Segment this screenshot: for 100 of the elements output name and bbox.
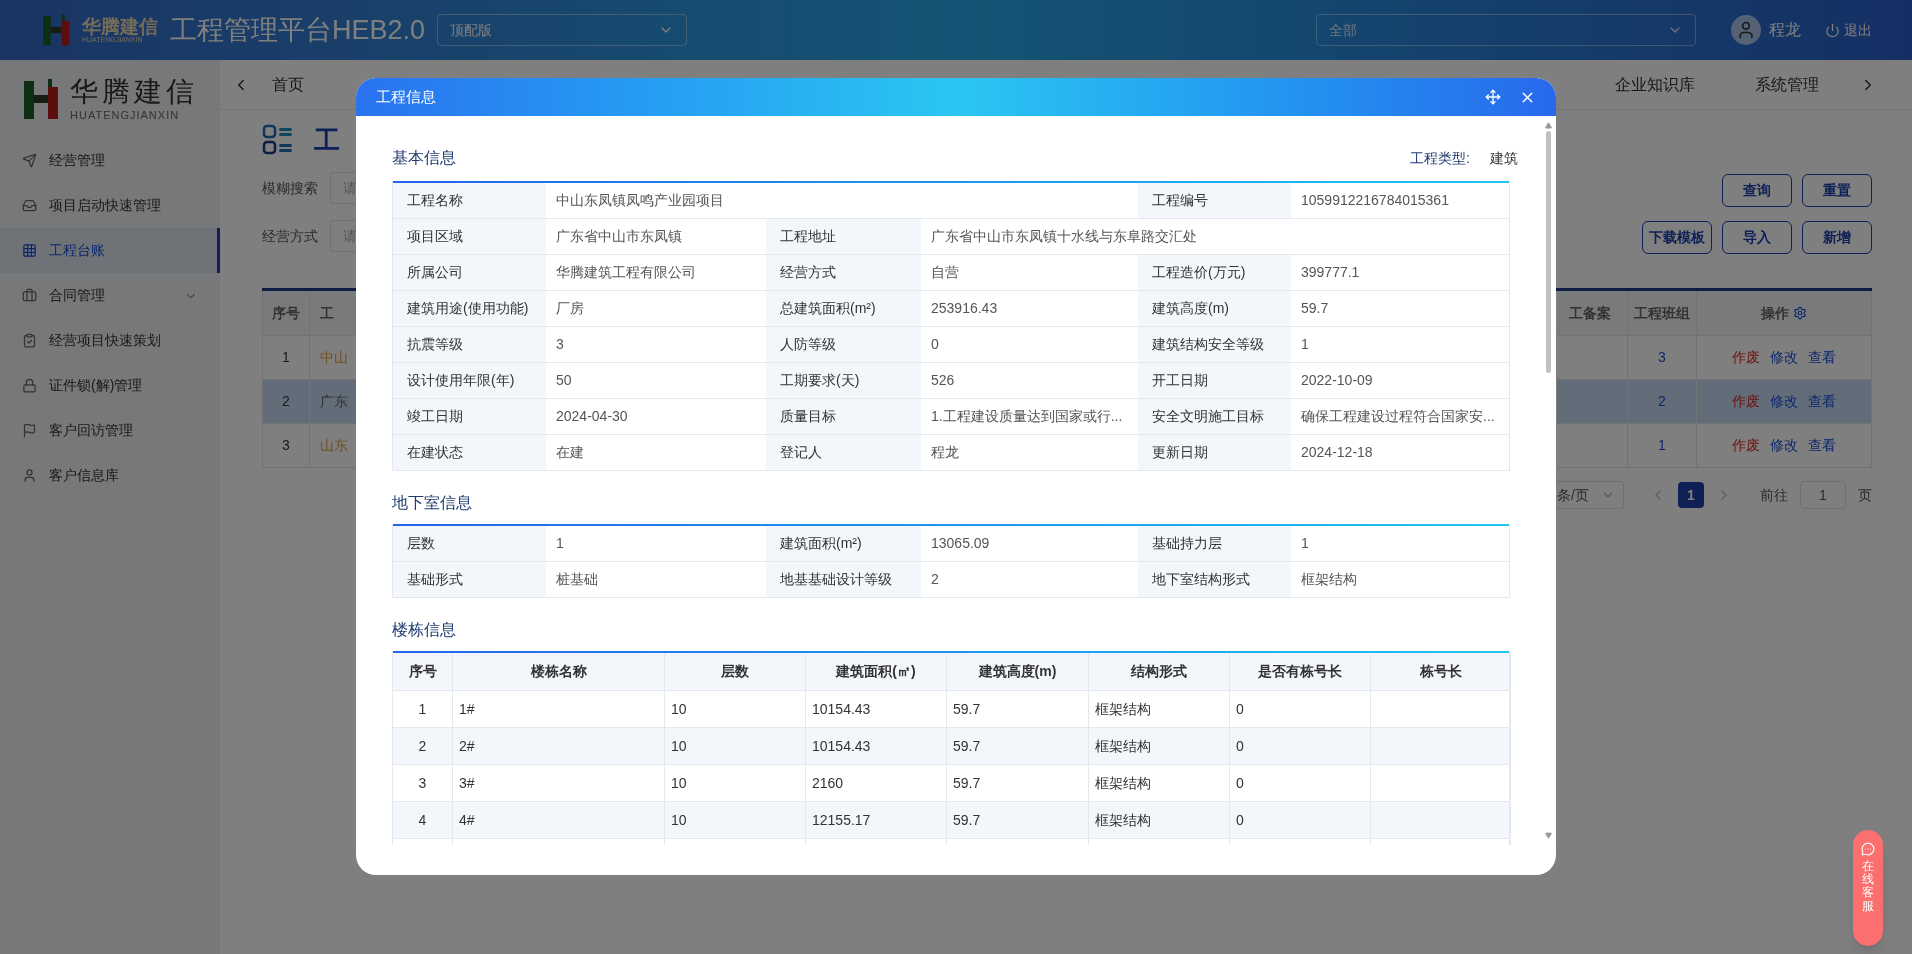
action-button[interactable]: 下载模板 xyxy=(1642,221,1712,254)
flag-icon xyxy=(22,423,37,438)
app-title: 工程管理平台HEB2.0 xyxy=(170,13,426,47)
type-label: 工程类型: xyxy=(1410,148,1470,168)
table-cell: 10154.43 xyxy=(806,728,947,764)
page-number[interactable]: 1 xyxy=(1678,482,1704,508)
action-button[interactable]: 查询 xyxy=(1722,174,1792,207)
table-cell: 0 xyxy=(1230,728,1371,764)
field-label: 竣工日期 xyxy=(393,399,546,434)
table-cell: 12155.17 xyxy=(806,802,947,838)
user-name[interactable]: 程龙 xyxy=(1769,18,1801,42)
table-cell: 1 xyxy=(262,336,310,379)
field-label: 基础持力层 xyxy=(1138,526,1291,561)
field-label: 设计使用年限(年) xyxy=(393,363,546,398)
type-value: 建筑 xyxy=(1490,148,1518,168)
column-header: 操作 xyxy=(1761,303,1789,323)
sidebar-item[interactable]: 项目启动快速管理 xyxy=(0,183,220,228)
goto-page-field[interactable]: 1 xyxy=(1800,481,1846,509)
move-icon[interactable] xyxy=(1485,89,1501,105)
scope-select[interactable]: 全部 xyxy=(1316,14,1696,46)
column-header: 结构形式 xyxy=(1089,653,1230,690)
field-label: 层数 xyxy=(393,526,546,561)
sidebar-item[interactable]: 证件锁(解)管理 xyxy=(0,363,220,408)
row-action-link[interactable]: 修改 xyxy=(1770,435,1798,456)
field-label: 工程名称 xyxy=(393,183,546,218)
nav-tab[interactable]: 首页 xyxy=(272,72,304,97)
field-value: 框架结构 xyxy=(1300,570,1358,589)
action-button[interactable]: 重置 xyxy=(1802,174,1872,207)
field-label: 安全文明施工目标 xyxy=(1138,399,1291,434)
table-cell: 2 xyxy=(393,728,453,764)
action-button[interactable]: 导入 xyxy=(1722,221,1792,254)
field-label: 质量目标 xyxy=(766,399,921,434)
row-action-link[interactable]: 修改 xyxy=(1770,391,1798,412)
field-value: 2 xyxy=(930,570,940,589)
sidebar-item[interactable]: 客户回访管理 xyxy=(0,408,220,453)
grid-icon xyxy=(22,243,37,258)
field-value: 广东省中山市东凤镇十水线与东阜路交汇处 xyxy=(930,227,1198,246)
table-row[interactable]: 2 作废 修改 查看 xyxy=(1557,380,1872,424)
column-header: 楼栋名称 xyxy=(453,653,665,690)
column-header: 是否有栋号长 xyxy=(1230,653,1371,690)
row-action-link[interactable]: 作废 xyxy=(1732,391,1760,412)
column-header: 建筑高度(m) xyxy=(947,653,1089,690)
table-cell: 59.7 xyxy=(947,691,1089,727)
field-value: 在建 xyxy=(555,443,585,462)
sidebar-item[interactable]: 客户信息库 xyxy=(0,453,220,498)
logout-button[interactable]: 退出 xyxy=(1825,19,1872,41)
action-button[interactable]: 新增 xyxy=(1802,221,1872,254)
sidebar-item[interactable]: 经营管理 xyxy=(0,138,220,183)
table-cell: 10 xyxy=(665,691,806,727)
briefcase-icon xyxy=(22,288,37,303)
field-value: 确保工程建设过程符合国家安... xyxy=(1300,407,1496,426)
table-cell: 框架结构 xyxy=(1089,802,1230,838)
table-row[interactable]: 3 作废 修改 查看 xyxy=(1557,336,1872,380)
field-label: 工期要求(天) xyxy=(766,363,921,398)
field-value: 13065.09 xyxy=(930,534,991,553)
row-action-link[interactable]: 作废 xyxy=(1732,435,1760,456)
column-header: 序号 xyxy=(393,653,453,690)
section-title: 基本信息 xyxy=(392,148,456,168)
scroll-down-icon[interactable] xyxy=(1544,832,1552,839)
nav-tab[interactable]: 系统管理 xyxy=(1755,72,1819,97)
sidebar-item[interactable]: 合同管理 xyxy=(0,273,220,318)
table-row[interactable]: 1 作废 修改 查看 xyxy=(1557,424,1872,468)
settings-icon[interactable] xyxy=(1793,306,1807,320)
filter-label: 经营方式 xyxy=(262,226,319,246)
row-action-link[interactable]: 作废 xyxy=(1732,347,1760,368)
field-value: 2022-10-09 xyxy=(1300,371,1374,390)
section-title: 楼栋信息 xyxy=(392,620,456,640)
row-action-link[interactable]: 查看 xyxy=(1808,435,1836,456)
table-cell: 2# xyxy=(453,728,665,764)
field-value: 399777.1 xyxy=(1300,263,1361,282)
table-cell: 4# xyxy=(453,802,665,838)
nav-tab[interactable]: 企业知识库 xyxy=(1615,72,1695,97)
sidebar-item[interactable]: 经营项目快速策划 xyxy=(0,318,220,363)
field-label: 建筑面积(m²) xyxy=(766,526,921,561)
lock-icon xyxy=(22,378,37,393)
field-label: 项目区域 xyxy=(393,219,546,254)
field-label: 抗震等级 xyxy=(393,327,546,362)
table-cell: 2160 xyxy=(806,765,947,801)
field-value: 50 xyxy=(555,371,573,390)
table-cell: 框架结构 xyxy=(1089,728,1230,764)
row-action-link[interactable]: 查看 xyxy=(1808,391,1836,412)
user-icon xyxy=(22,468,37,483)
field-value: 253916.43 xyxy=(930,299,999,318)
row-action-link[interactable]: 查看 xyxy=(1808,347,1836,368)
field-label: 建筑高度(m) xyxy=(1138,291,1291,326)
field-value: 2024-04-30 xyxy=(555,407,629,426)
sidebar-item[interactable]: 工程台账 xyxy=(0,228,220,273)
table-cell: 4 xyxy=(393,802,453,838)
row-action-link[interactable]: 修改 xyxy=(1770,347,1798,368)
table-cell: 框架结构 xyxy=(1089,691,1230,727)
modal-title: 工程信息 xyxy=(376,86,437,107)
field-label: 基础形式 xyxy=(393,562,546,597)
field-value: 1059912216784015361 xyxy=(1300,191,1450,210)
scroll-up-icon[interactable] xyxy=(1544,122,1552,129)
edition-select[interactable]: 顶配版 xyxy=(437,14,688,46)
field-label: 人防等级 xyxy=(766,327,921,362)
page-title: 工 xyxy=(314,123,340,157)
goto-label: 前往 xyxy=(1760,485,1788,505)
online-service-button[interactable]: 在线客服 xyxy=(1853,830,1883,946)
clipboard-check-icon xyxy=(22,333,37,348)
